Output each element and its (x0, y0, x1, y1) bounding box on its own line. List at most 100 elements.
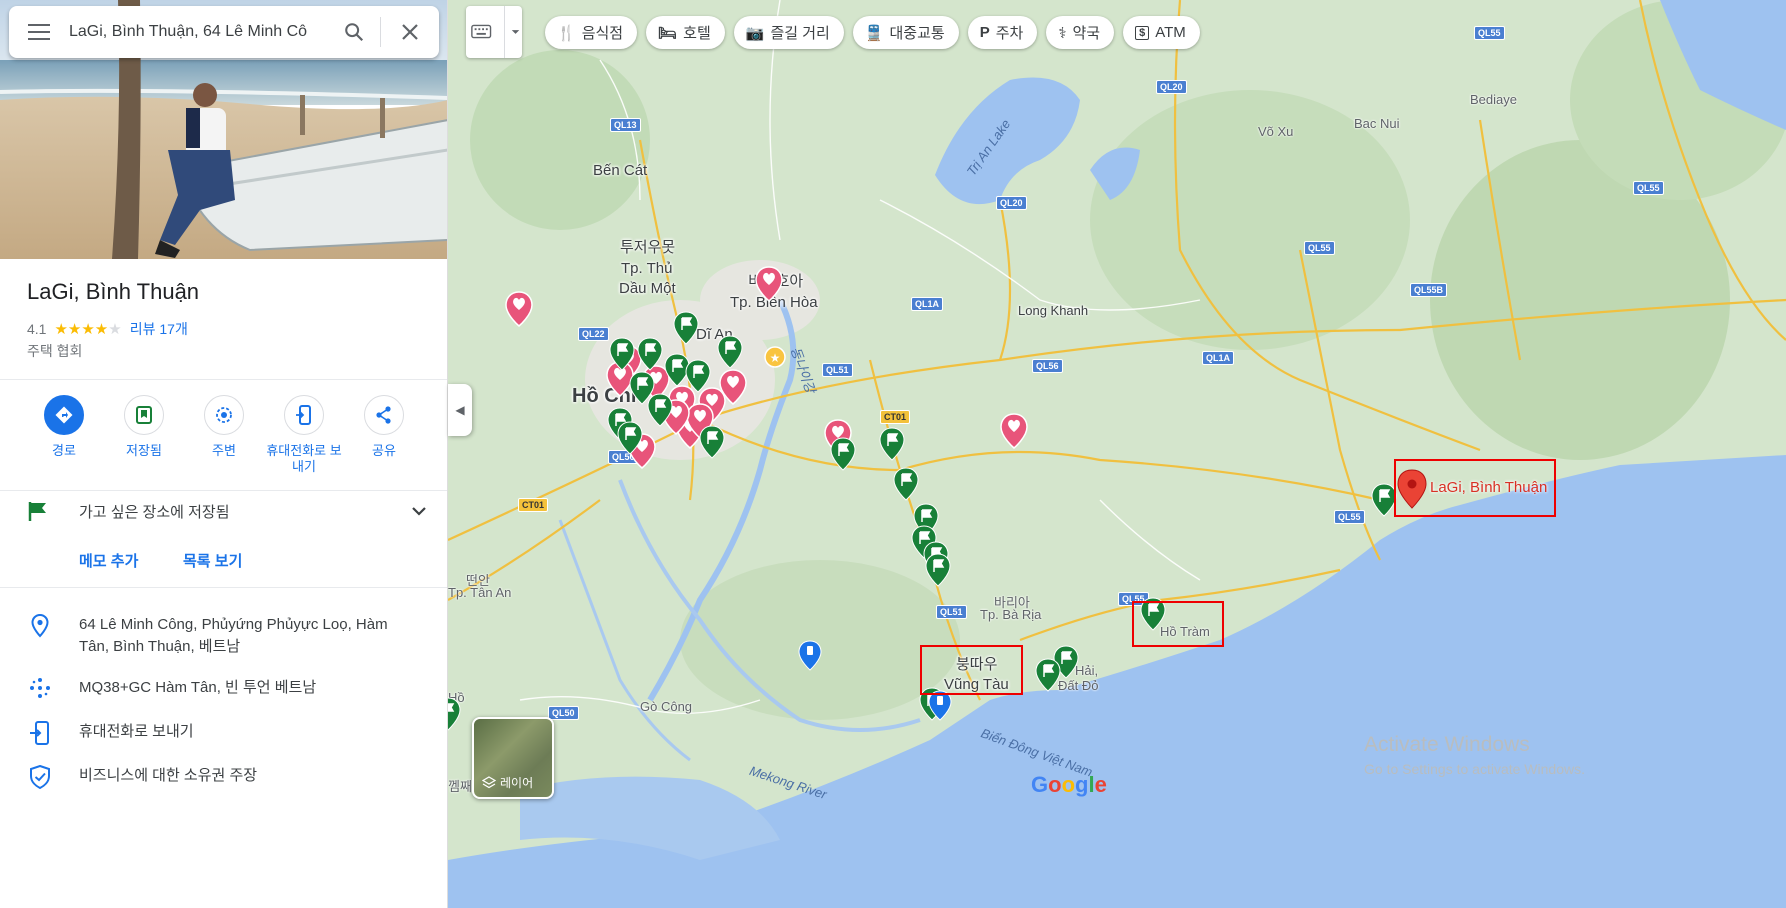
chip-label: 즐길 거리 (770, 25, 830, 42)
directions-icon (55, 406, 73, 424)
road-shield: CT01 (518, 498, 549, 512)
restaurant-icon: 🍴 (557, 24, 576, 42)
keyboard-icon (471, 24, 492, 39)
road-shield: QL50 (608, 450, 639, 464)
road-shield: QL55 (1633, 181, 1664, 195)
map-terrain (448, 0, 1786, 908)
search-button[interactable] (328, 6, 380, 58)
hamburger-icon (28, 24, 50, 40)
shield-check-icon (30, 765, 50, 789)
chip-label: 대중교통 (889, 25, 945, 42)
plus-code-text: MQ38+GC Hàm Tân, 빈 투언 베트남 (79, 679, 317, 696)
nearby-button[interactable]: 주변 (184, 395, 264, 475)
layers-icon (482, 775, 496, 788)
category-chips: 🍴 음식점 🛏 호텔 📷 즐길 거리 🚆 대중교통 P 주차 ⚕ 약국 $ ATM (545, 16, 1200, 49)
view-list-link[interactable]: 목록 보기 (183, 550, 242, 571)
plus-code-row[interactable]: MQ38+GC Hàm Tân, 빈 투언 베트남 (24, 677, 409, 699)
map-canvas[interactable]: QL13 QL20 QL20 QL55 QL55 QL55 QL55B QL1A… (448, 0, 1786, 908)
map-label: Gò Công (640, 699, 693, 714)
layers-label: 레이어 (500, 776, 534, 790)
chevron-left-icon: ◀ (455, 403, 465, 417)
road-shield: QL22 (578, 327, 609, 341)
map-label: Bến Cát (593, 162, 648, 179)
map-label: 비엔호아 (748, 273, 804, 290)
menu-button[interactable] (9, 6, 69, 58)
road-shield: QL20 (1156, 80, 1187, 94)
plus-code-icon (30, 678, 50, 698)
action-label: 경로 (52, 443, 76, 458)
place-title: LaGi, Bình Thuận (27, 279, 200, 304)
layers-button[interactable]: 레이어 (472, 717, 554, 799)
close-icon (402, 24, 418, 40)
reviews-link[interactable]: 리뷰 17개 (130, 319, 188, 339)
send-to-phone-button[interactable]: 휴대전화로 보내기 (264, 395, 344, 475)
rating-stars: ★★★★★ (54, 321, 122, 338)
action-label: 공유 (372, 443, 396, 458)
hotel-icon: 🛏 (658, 24, 678, 42)
map-label: Hồ (448, 690, 465, 705)
map-label: Võ Xu (1258, 124, 1294, 139)
saved-status-row[interactable]: 가고 싶은 장소에 저장됨 (27, 500, 427, 522)
map-label: Bediaye (1470, 92, 1517, 107)
selected-place-label[interactable]: LaGi, Bình Thuận (1430, 479, 1547, 496)
location-pin-icon (31, 614, 49, 638)
directions-button[interactable]: 경로 (24, 395, 104, 475)
chip-label: 음식점 (581, 25, 624, 42)
address-row[interactable]: 64 Lê Minh Công, Phủyứng Phủyực Loọ, Hàm… (24, 614, 409, 658)
chevron-down-icon[interactable] (411, 506, 427, 516)
chip-parking[interactable]: P 주차 (967, 16, 1038, 49)
place-panel: LaGi, Bình Thuận, 64 Lê Minh Cô LaGi, Bì… (0, 0, 448, 908)
share-button[interactable]: 공유 (344, 395, 424, 475)
collapse-panel-button[interactable]: ◀ (448, 384, 472, 436)
chip-atm[interactable]: $ ATM (1123, 16, 1200, 49)
road-shield: QL55 (1474, 26, 1505, 40)
search-input[interactable]: LaGi, Bình Thuận, 64 Lê Minh Cô (69, 23, 328, 41)
search-box[interactable]: LaGi, Bình Thuận, 64 Lê Minh Cô (9, 6, 439, 58)
chip-label: 주차 (995, 25, 1024, 42)
bookmark-icon (136, 406, 152, 424)
place-rating: 4.1 ★★★★★ 리뷰 17개 (27, 319, 188, 339)
search-icon (345, 23, 364, 42)
road-shield: QL50 (548, 706, 579, 720)
map-label: Bac Nui (1354, 116, 1400, 131)
road-shield: QL55 (1334, 510, 1365, 524)
chip-label: 약국 (1072, 25, 1101, 42)
divider (0, 587, 447, 588)
phone-send-icon (30, 721, 49, 745)
map-label: Dầu Một (619, 280, 676, 297)
chip-label: 호텔 (683, 25, 711, 42)
road-shield: QL55B (1410, 283, 1448, 297)
chip-hotels[interactable]: 🛏 호텔 (646, 16, 725, 49)
phone-send-icon (296, 405, 311, 425)
add-note-link[interactable]: 메모 추가 (79, 550, 138, 571)
saved-button[interactable]: 저장됨 (104, 395, 184, 475)
map-label: 투저우못 (620, 239, 676, 256)
map-label: Tp. Bà Rịa (980, 607, 1042, 622)
watermark-title: Activate Windows (1364, 733, 1530, 756)
claim-business-row[interactable]: 비즈니스에 대한 소유권 주장 (24, 765, 409, 789)
parking-icon: P (979, 24, 990, 41)
road-shield: QL1A (1202, 351, 1235, 365)
map-label: Đất Đỏ (1058, 678, 1099, 693)
road-shield: QL55 (1304, 241, 1335, 255)
input-tools-button[interactable] (466, 6, 522, 58)
share-icon (376, 406, 391, 424)
send-phone-row[interactable]: 휴대전화로 보내기 (24, 721, 409, 745)
close-button[interactable] (381, 6, 439, 58)
windows-activation-watermark: Activate Windows Go to Settings to activ… (1364, 733, 1585, 777)
map-label: Dĩ An (696, 326, 733, 343)
chip-pharmacy[interactable]: ⚕ 약국 (1046, 16, 1115, 49)
google-logo: Google (1031, 772, 1107, 797)
claim-business-text: 비즈니스에 대한 소유권 주장 (79, 767, 258, 784)
annotation-box-ho-tram (1132, 601, 1224, 647)
nearby-icon (216, 407, 232, 423)
chip-restaurants[interactable]: 🍴 음식점 (545, 16, 638, 49)
chip-things-to-do[interactable]: 📷 즐길 거리 (733, 16, 844, 49)
map-label: Long Khanh (1018, 303, 1089, 318)
action-label: 휴대전화로 보내기 (266, 443, 342, 474)
caret-down-icon[interactable] (509, 27, 522, 37)
chip-label: ATM (1155, 24, 1186, 41)
chip-transit[interactable]: 🚆 대중교통 (852, 16, 959, 49)
flag-icon (28, 502, 46, 521)
send-phone-text: 휴대전화로 보내기 (79, 723, 194, 740)
